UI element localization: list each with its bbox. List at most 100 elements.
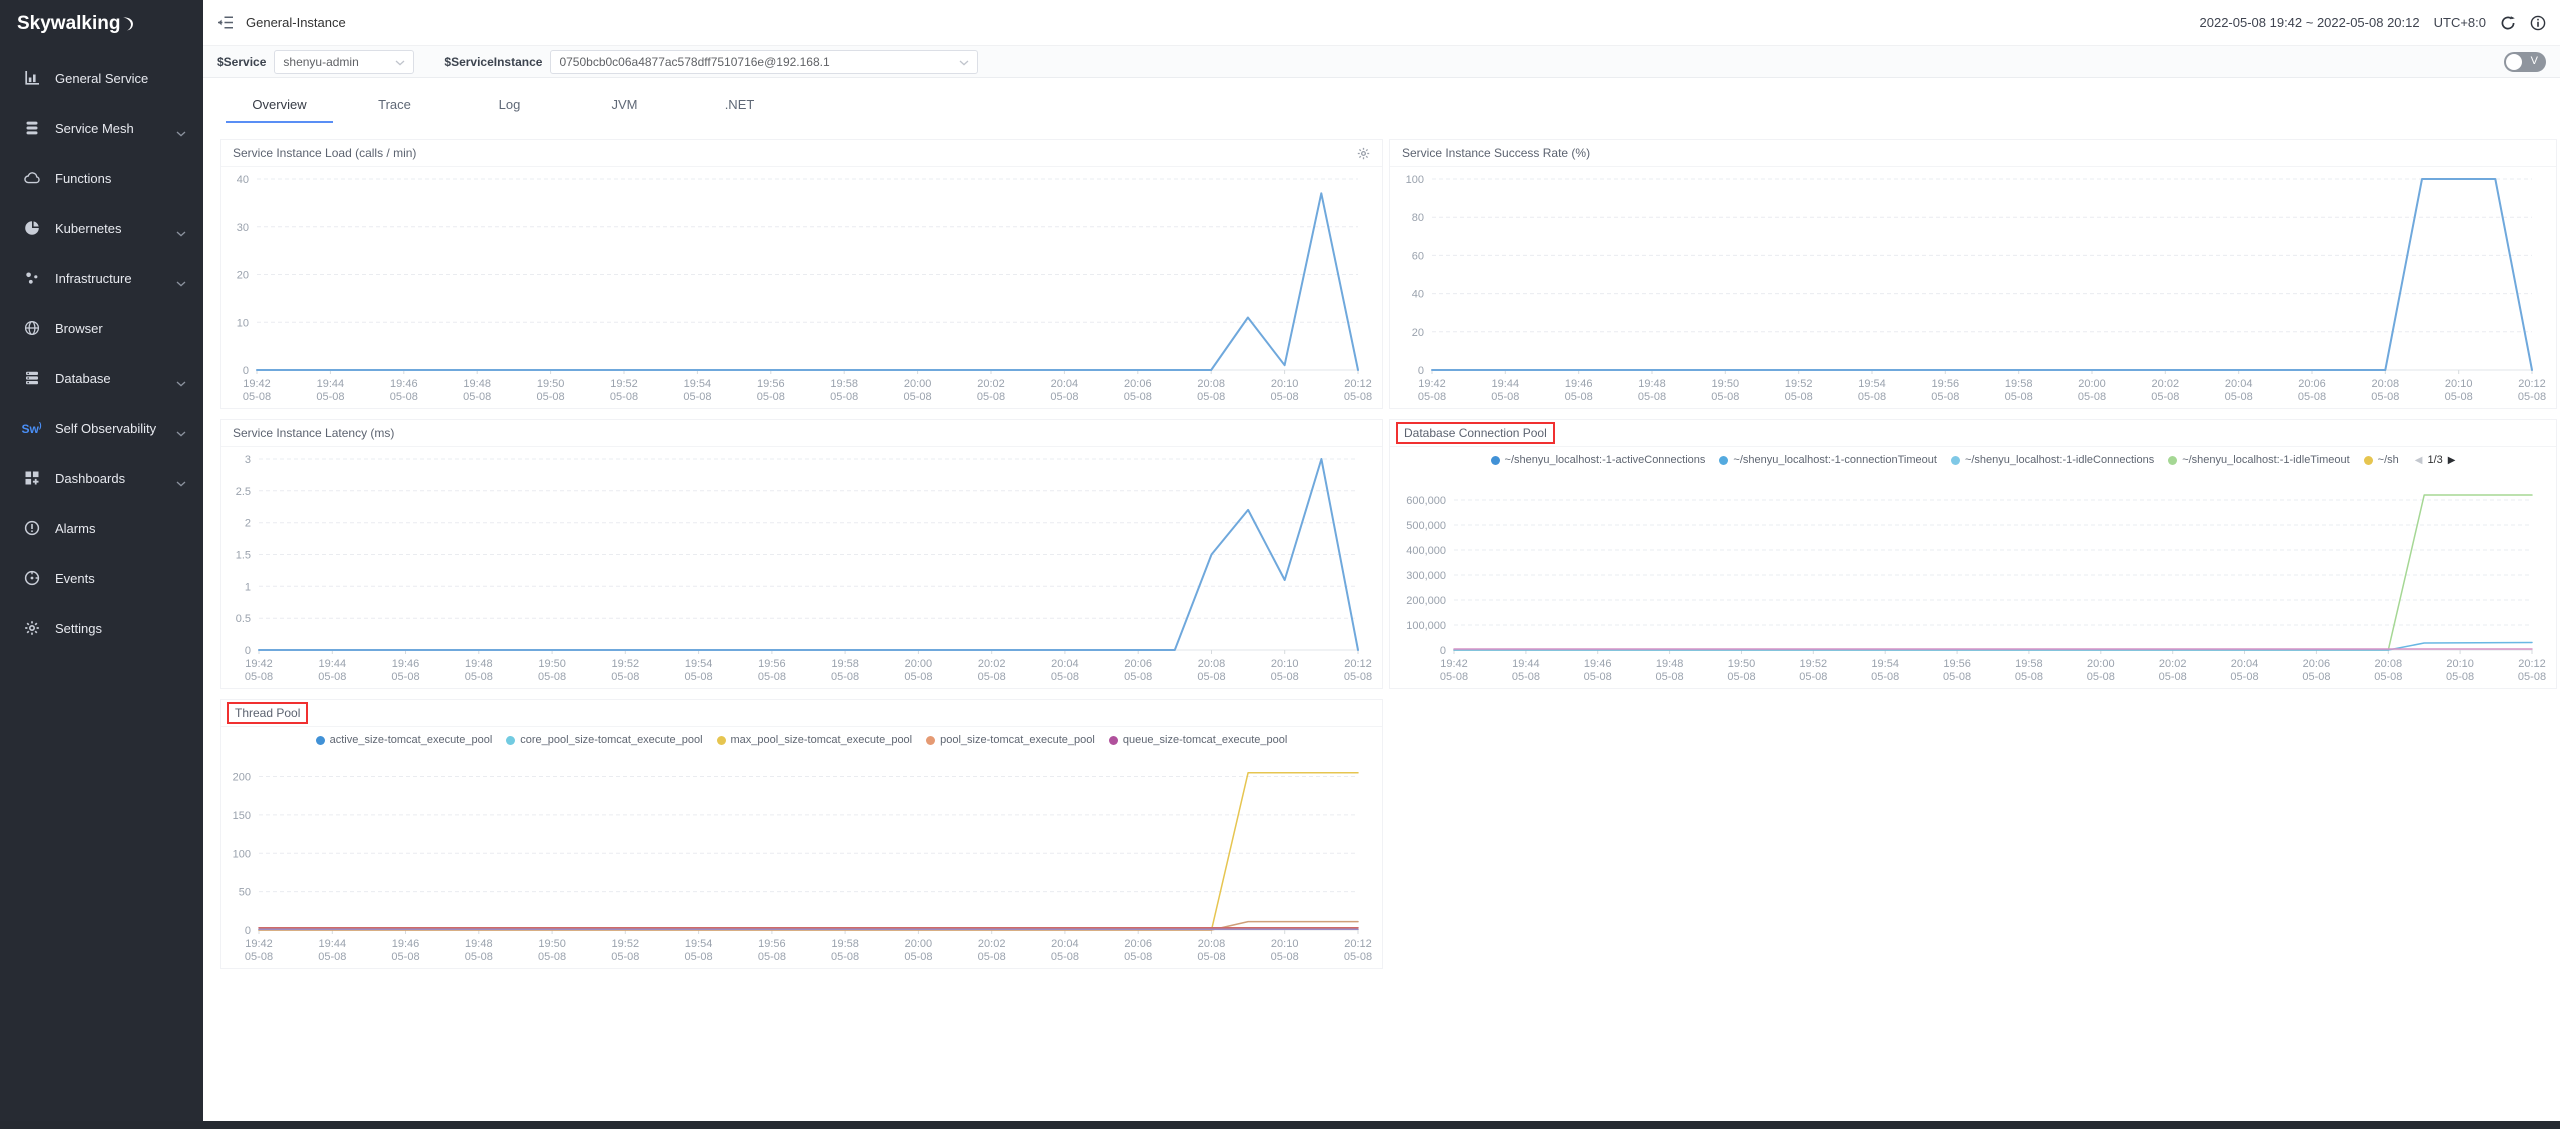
sw-icon: Sw) bbox=[23, 420, 40, 437]
sidebar-item-functions[interactable]: Functions bbox=[0, 153, 203, 203]
sidebar-nav: General ServiceService Mesh Functions Kube… bbox=[0, 53, 203, 653]
collapse-sidebar-icon[interactable] bbox=[217, 15, 234, 30]
tab-trace[interactable]: Trace bbox=[337, 88, 452, 123]
sidebar-item-label: Functions bbox=[55, 171, 111, 186]
svg-text:05-08: 05-08 bbox=[758, 951, 786, 963]
service-instance-latency-chart: 32.521.510.5019:4205-0819:4405-0819:4605… bbox=[221, 447, 1382, 688]
svg-text:20: 20 bbox=[237, 270, 249, 282]
service-instance-load-card: Service Instance Load (calls / min) 4030… bbox=[220, 139, 1383, 409]
legend-item[interactable]: pool_size-tomcat_execute_pool bbox=[926, 734, 1095, 746]
svg-text:05-08: 05-08 bbox=[1271, 951, 1299, 963]
legend-dot-icon bbox=[1719, 456, 1728, 465]
sidebar-item-browser[interactable]: Browser bbox=[0, 303, 203, 353]
svg-text:20:10: 20:10 bbox=[2446, 658, 2474, 670]
service-instance-label: $ServiceInstance bbox=[444, 55, 542, 69]
widget-settings-icon[interactable] bbox=[1357, 147, 1370, 160]
svg-text:19:54: 19:54 bbox=[1858, 378, 1886, 390]
svg-text:05-08: 05-08 bbox=[2015, 671, 2043, 683]
chevron-down-icon bbox=[176, 375, 186, 390]
svg-text:05-08: 05-08 bbox=[463, 391, 491, 403]
toggle-label: V bbox=[2531, 55, 2538, 67]
tab-net[interactable]: .NET bbox=[682, 88, 797, 123]
svg-text:19:42: 19:42 bbox=[1418, 378, 1446, 390]
svg-text:05-08: 05-08 bbox=[904, 391, 932, 403]
refresh-icon[interactable] bbox=[2500, 15, 2516, 31]
svg-text:05-08: 05-08 bbox=[1943, 671, 1971, 683]
legend-item[interactable]: active_size-tomcat_execute_pool bbox=[316, 734, 493, 746]
sidebar-item-dashboards[interactable]: Dashboards bbox=[0, 453, 203, 503]
sidebar-item-database[interactable]: Database bbox=[0, 353, 203, 403]
svg-text:0: 0 bbox=[243, 365, 249, 377]
sidebar-item-alarms[interactable]: Alarms bbox=[0, 503, 203, 553]
view-mode-toggle[interactable]: V bbox=[2504, 52, 2546, 72]
tab-overview[interactable]: Overview bbox=[222, 88, 337, 123]
svg-text:05-08: 05-08 bbox=[904, 671, 932, 683]
legend-item[interactable]: max_pool_size-tomcat_execute_pool bbox=[717, 734, 913, 746]
sidebar-item-general-service[interactable]: General Service bbox=[0, 53, 203, 103]
legend-item[interactable]: core_pool_size-tomcat_execute_pool bbox=[506, 734, 702, 746]
svg-text:05-08: 05-08 bbox=[2230, 671, 2258, 683]
legend-pager: ◀1/3▶ bbox=[2415, 454, 2456, 466]
svg-text:20:10: 20:10 bbox=[2445, 378, 2473, 390]
legend-dot-icon bbox=[1951, 456, 1960, 465]
svg-text:05-08: 05-08 bbox=[318, 671, 346, 683]
sidebar-item-events[interactable]: Events bbox=[0, 553, 203, 603]
service-instance-select-value: 0750bcb0c06a4877ac578dff7510716e@192.168… bbox=[559, 55, 953, 69]
svg-text:19:48: 19:48 bbox=[1656, 658, 1684, 670]
svg-text:05-08: 05-08 bbox=[831, 951, 859, 963]
legend-item[interactable]: ~/shenyu_localhost:-1-connectionTimeout bbox=[1719, 454, 1937, 466]
legend-item[interactable]: ~/shenyu_localhost:-1-activeConnections bbox=[1491, 454, 1706, 466]
tab-log[interactable]: Log bbox=[452, 88, 567, 123]
sidebar-item-infrastructure[interactable]: Infrastructure bbox=[0, 253, 203, 303]
legend-dot-icon bbox=[2168, 456, 2177, 465]
svg-text:05-08: 05-08 bbox=[831, 671, 859, 683]
chevron-down-icon bbox=[176, 125, 186, 140]
svg-text:05-08: 05-08 bbox=[465, 951, 493, 963]
legend-dot-icon bbox=[717, 736, 726, 745]
svg-text:05-08: 05-08 bbox=[1858, 391, 1886, 403]
legend-item[interactable]: ~/shenyu_localhost:-1-idleConnections bbox=[1951, 454, 2154, 466]
svg-text:10: 10 bbox=[237, 317, 249, 329]
svg-text:05-08: 05-08 bbox=[1051, 671, 1079, 683]
infrastructure-icon bbox=[23, 270, 40, 287]
svg-text:05-08: 05-08 bbox=[1271, 671, 1299, 683]
sidebar-item-label: Infrastructure bbox=[55, 271, 132, 286]
svg-text:40: 40 bbox=[237, 174, 249, 186]
svg-text:05-08: 05-08 bbox=[2078, 391, 2106, 403]
svg-text:05-08: 05-08 bbox=[978, 671, 1006, 683]
sidebar-item-self-observability[interactable]: Sw)Self Observability bbox=[0, 403, 203, 453]
legend-item[interactable]: ~/shenyu_localhost:-1-idleTimeout bbox=[2168, 454, 2349, 466]
legend-next-icon[interactable]: ▶ bbox=[2448, 455, 2456, 466]
tab-jvm[interactable]: JVM bbox=[567, 88, 682, 123]
svg-text:150: 150 bbox=[233, 810, 251, 822]
svg-text:05-08: 05-08 bbox=[757, 391, 785, 403]
legend-prev-icon[interactable]: ◀ bbox=[2415, 455, 2423, 466]
service-instance-select[interactable]: 0750bcb0c06a4877ac578dff7510716e@192.168… bbox=[550, 50, 978, 74]
svg-text:05-08: 05-08 bbox=[316, 391, 344, 403]
svg-text:05-08: 05-08 bbox=[1344, 951, 1372, 963]
sidebar-item-kubernetes[interactable]: Kubernetes bbox=[0, 203, 203, 253]
svg-text:05-08: 05-08 bbox=[245, 951, 273, 963]
svg-text:20:08: 20:08 bbox=[1198, 658, 1226, 670]
info-icon[interactable] bbox=[2530, 15, 2546, 31]
legend-item[interactable]: queue_size-tomcat_execute_pool bbox=[1109, 734, 1288, 746]
sidebar-item-settings[interactable]: Settings bbox=[0, 603, 203, 653]
sidebar-item-service-mesh[interactable]: Service Mesh bbox=[0, 103, 203, 153]
svg-text:19:52: 19:52 bbox=[612, 938, 640, 950]
svg-text:20:08: 20:08 bbox=[2372, 378, 2400, 390]
legend-item[interactable]: ~/sh bbox=[2364, 454, 2399, 466]
app-logo: Skywalking bbox=[0, 0, 203, 53]
time-range-picker[interactable]: 2022-05-08 19:42 ~ 2022-05-08 20:12 bbox=[2200, 15, 2420, 30]
svg-text:05-08: 05-08 bbox=[1584, 671, 1612, 683]
svg-text:60: 60 bbox=[1412, 250, 1424, 262]
service-select[interactable]: shenyu-admin bbox=[274, 50, 414, 74]
svg-text:20:08: 20:08 bbox=[2375, 658, 2403, 670]
svg-text:600,000: 600,000 bbox=[1406, 495, 1446, 507]
charts-grid: Service Instance Load (calls / min) 4030… bbox=[203, 123, 2560, 979]
legend-dot-icon bbox=[2364, 456, 2373, 465]
svg-text:05-08: 05-08 bbox=[318, 951, 346, 963]
chevron-down-icon bbox=[176, 275, 186, 290]
svg-text:19:48: 19:48 bbox=[463, 378, 491, 390]
chevron-down-icon bbox=[959, 55, 969, 69]
svg-text:300,000: 300,000 bbox=[1406, 570, 1446, 582]
